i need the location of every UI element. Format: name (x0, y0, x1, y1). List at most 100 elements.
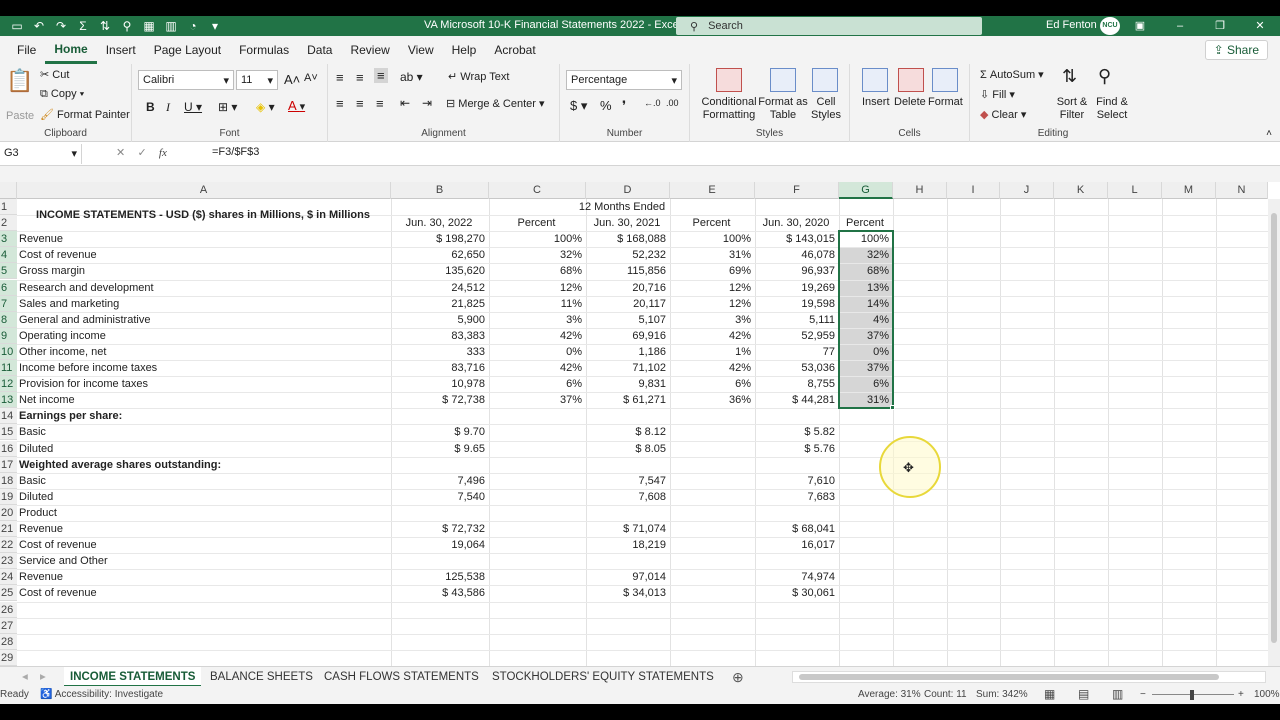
scroll-thumb[interactable] (1271, 213, 1277, 643)
sheet-tab[interactable]: CASH FLOWS STATEMENTS (318, 667, 485, 687)
tab-review[interactable]: Review (341, 36, 398, 64)
sheet-tab[interactable]: BALANCE SHEETS (204, 667, 319, 687)
row-header[interactable]: 13 (0, 392, 17, 409)
vertical-scrollbar[interactable] (1268, 199, 1280, 666)
insert-cells-icon[interactable] (862, 68, 888, 92)
period-header[interactable]: 12 Months Ended (489, 199, 755, 215)
column-header[interactable]: A (17, 182, 391, 199)
next-sheet-icon[interactable]: ▸ (34, 667, 52, 687)
tab-formulas[interactable]: Formulas (230, 36, 298, 64)
table-cell[interactable]: 7,683 (757, 489, 835, 505)
pie-icon[interactable]: ◔ (184, 18, 202, 34)
normal-view-icon[interactable]: ▦ (1044, 687, 1055, 701)
autosum-icon[interactable]: Σ (74, 18, 92, 34)
align-middle-icon[interactable]: ≡ (356, 70, 364, 85)
row-header[interactable]: 23 (0, 553, 17, 570)
row-label[interactable]: Basic (19, 424, 387, 440)
tab-view[interactable]: View (399, 36, 443, 64)
table-cell[interactable]: 69,916 (588, 328, 666, 344)
conditional-formatting-button[interactable]: Conditional Formatting (696, 96, 762, 122)
row-header[interactable]: 16 (0, 440, 17, 457)
table-cell[interactable]: $ 5.76 (757, 441, 835, 457)
table-cell[interactable]: $ 71,074 (588, 521, 666, 537)
find-select-button[interactable]: Find & Select (1092, 96, 1132, 122)
row-label[interactable]: Net income (19, 392, 387, 408)
table-cell[interactable]: 74,974 (757, 569, 835, 585)
table-cell[interactable]: 333 (393, 344, 485, 360)
table-cell[interactable]: 5,111 (757, 312, 835, 328)
avatar[interactable]: NCU (1100, 17, 1120, 35)
row-header[interactable]: 17 (0, 456, 17, 473)
close-icon[interactable]: ✕ (1240, 16, 1280, 36)
sheet-title[interactable]: INCOME STATEMENTS - USD ($) shares in Mi… (19, 207, 387, 223)
table-cell[interactable]: 32% (491, 247, 582, 263)
row-header[interactable]: 29 (0, 649, 17, 666)
decrease-font-icon[interactable]: A˅ (304, 72, 318, 84)
filter-icon[interactable]: ⚲ (118, 18, 136, 34)
cell-styles-button[interactable]: Cell Styles (808, 96, 844, 122)
row-header[interactable]: 19 (0, 488, 17, 505)
fill-button[interactable]: ⇩ Fill ▾ (980, 88, 1015, 101)
sort-filter-button[interactable]: Sort & Filter (1052, 96, 1092, 122)
row-label[interactable]: Service and Other (19, 553, 387, 569)
prev-sheet-icon[interactable]: ◂ (16, 667, 34, 687)
column-header[interactable]: C (489, 182, 586, 199)
tab-data[interactable]: Data (298, 36, 341, 64)
bold-icon[interactable]: B (146, 100, 155, 114)
table-cell[interactable]: 20,117 (588, 296, 666, 312)
column-title[interactable]: Percent (491, 215, 582, 231)
orientation-icon[interactable]: ab ▾ (400, 70, 423, 84)
align-right-icon[interactable]: ≡ (376, 96, 384, 111)
name-box[interactable]: G3 ▾ (0, 144, 82, 164)
table-icon[interactable]: ▦ (140, 18, 158, 34)
table-cell[interactable]: 42% (672, 360, 751, 376)
tab-help[interactable]: Help (443, 36, 486, 64)
find-icon[interactable]: ⚲ (1098, 66, 1111, 87)
table-cell[interactable]: 83,716 (393, 360, 485, 376)
table-cell[interactable]: $ 44,281 (757, 392, 835, 408)
number-format-select[interactable]: Percentage ▾ (566, 70, 682, 90)
zoom-level[interactable]: 100% (1254, 689, 1280, 700)
table-cell[interactable]: 1% (672, 344, 751, 360)
row-header[interactable]: 6 (0, 279, 17, 296)
row-label[interactable]: Gross margin (19, 263, 387, 279)
align-center-icon[interactable]: ≡ (356, 96, 364, 111)
row-label[interactable]: Operating income (19, 328, 387, 344)
table-cell[interactable]: 42% (672, 328, 751, 344)
delete-button[interactable]: Delete (894, 96, 926, 108)
row-header[interactable]: 21 (0, 521, 17, 537)
row-label[interactable]: General and administrative (19, 312, 387, 328)
column-header[interactable]: N (1216, 182, 1268, 199)
increase-decimal-icon[interactable]: ←.0 (644, 98, 661, 108)
minimize-icon[interactable]: – (1160, 16, 1200, 36)
table-cell[interactable]: 52,959 (757, 328, 835, 344)
cancel-icon[interactable]: ✕ (116, 147, 125, 159)
table-cell[interactable]: 100% (672, 231, 751, 247)
confirm-icon[interactable]: ✓ (137, 147, 146, 159)
formula-input[interactable]: =F3/$F$3 (212, 146, 259, 158)
copy-button[interactable]: ⧉ Copy ▾ (40, 88, 84, 101)
table-cell[interactable]: 37% (491, 392, 582, 408)
table-cell[interactable]: 5,107 (588, 312, 666, 328)
hscroll-thumb[interactable] (799, 674, 1219, 680)
table-cell[interactable]: 77 (757, 344, 835, 360)
table-cell[interactable]: 10,978 (393, 376, 485, 392)
zoom-in-icon[interactable]: + (1238, 689, 1244, 700)
currency-icon[interactable]: $ ▾ (570, 98, 587, 114)
format-cells-icon[interactable] (932, 68, 958, 92)
row-header[interactable]: 10 (0, 343, 17, 360)
table-cell[interactable]: 19,064 (393, 537, 485, 553)
zoom-slider-thumb[interactable] (1190, 690, 1194, 700)
font-family-select[interactable]: Calibri ▾ (138, 70, 234, 90)
table-cell[interactable]: 31% (672, 247, 751, 263)
column-header[interactable]: H (893, 182, 947, 199)
table-cell[interactable]: 7,608 (588, 489, 666, 505)
column-title[interactable]: Percent (841, 215, 889, 231)
row-header[interactable]: 18 (0, 472, 17, 489)
row-label[interactable]: Diluted (19, 441, 387, 457)
select-all-corner[interactable] (0, 182, 17, 199)
table-cell[interactable]: 3% (672, 312, 751, 328)
row-header[interactable]: 9 (0, 327, 17, 344)
row-label[interactable]: Cost of revenue (19, 585, 387, 601)
worksheet-grid[interactable]: ABCDEFGHIJKLMN 1 2 3 4 5 6 7 8 9 10 11 12 13 14 15 16 17… (0, 182, 1280, 666)
